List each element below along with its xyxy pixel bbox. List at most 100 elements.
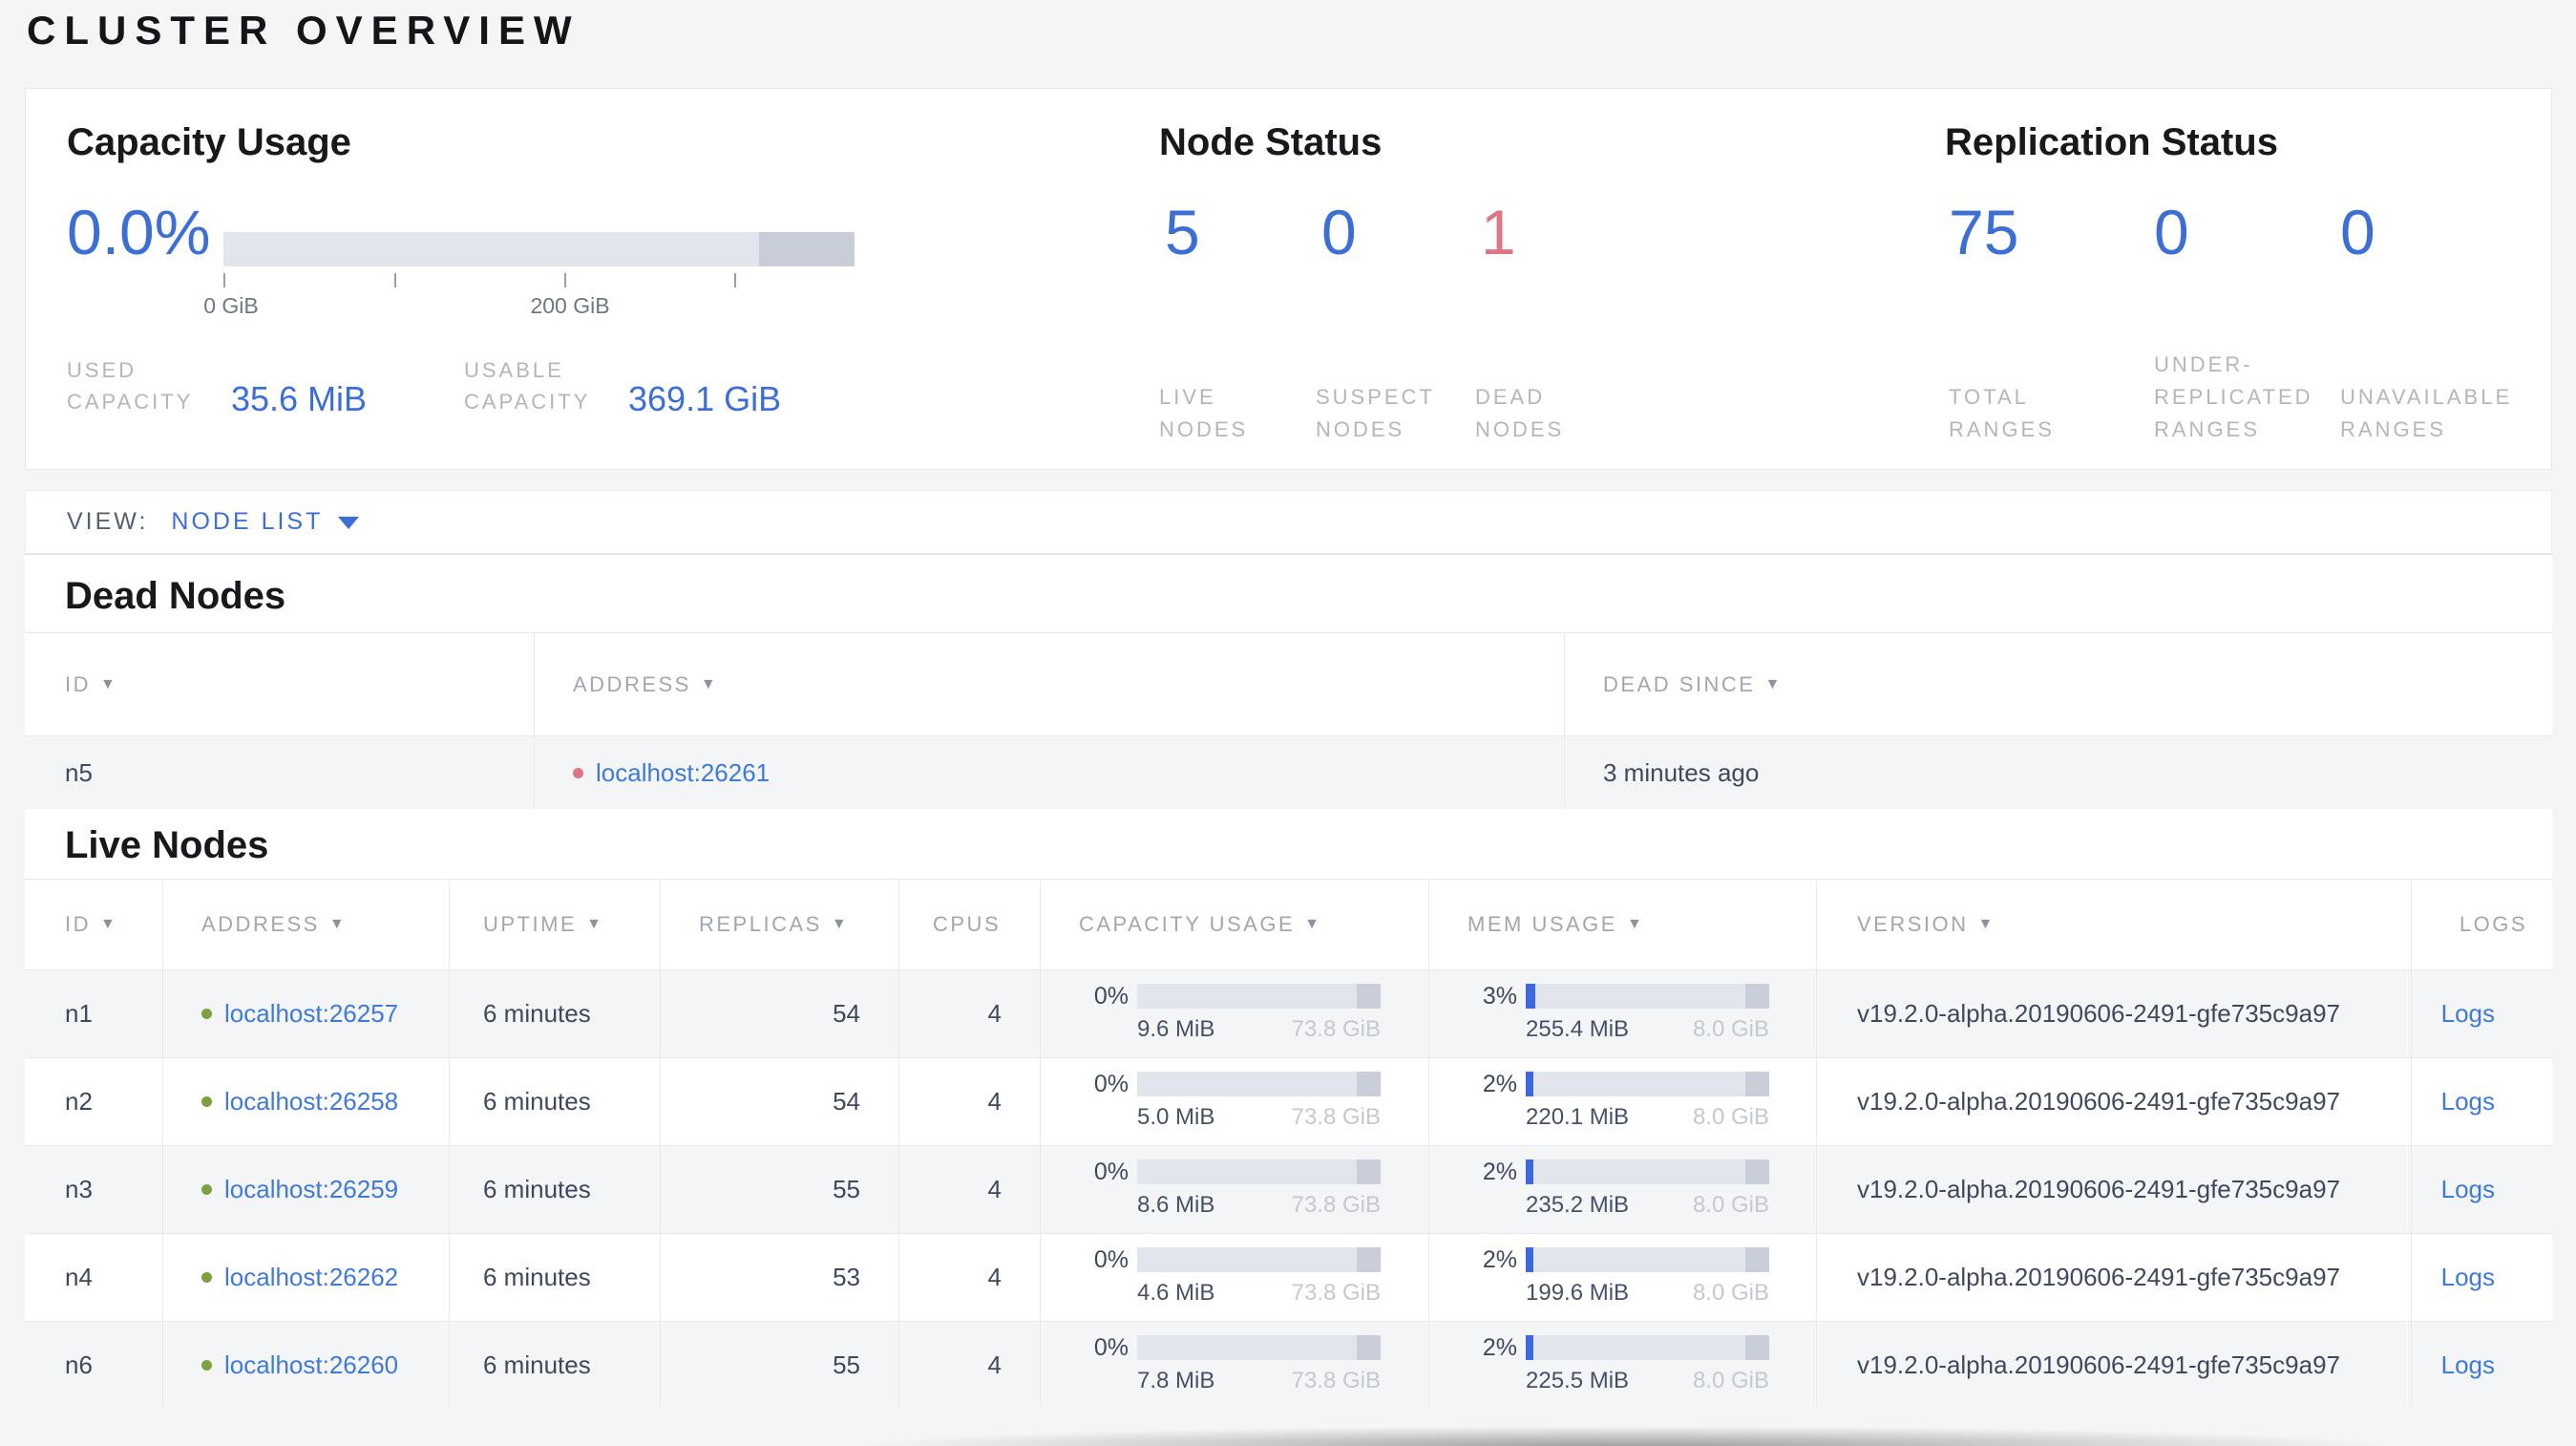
node-uptime: 6 minutes [449, 1322, 660, 1407]
live-header-replicas[interactable]: REPLICAS ▼ [660, 880, 898, 969]
sort-icon: ▼ [1764, 675, 1783, 692]
node-address-cell: localhost:26260 [162, 1322, 449, 1407]
node-mem-usage: 2% 220.1 MiB 8.0 GiB [1428, 1058, 1816, 1145]
live-header-logs: LOGS [2411, 880, 2552, 969]
node-address-cell: localhost:26259 [162, 1146, 449, 1233]
node-address-cell: localhost:26262 [162, 1234, 449, 1321]
node-version: v19.2.0-alpha.20190606-2491-gfe735c9a97 [1816, 970, 2411, 1057]
node-mem-usage: 3% 255.4 MiB 8.0 GiB [1428, 970, 1816, 1057]
live-header-uptime[interactable]: UPTIME ▼ [449, 880, 660, 969]
dead-node-id: n5 [65, 757, 93, 787]
live-header-id[interactable]: ID ▼ [25, 880, 162, 969]
node-id: n4 [65, 1263, 93, 1291]
summary-panel: Capacity Usage 0.0% 0 GiB 200 GiB USED C… [25, 88, 2552, 470]
node-id: n6 [65, 1350, 93, 1379]
unavailable-count: 0 [2340, 197, 2375, 267]
usable-capacity-stat: USABLE CAPACITY 369.1 GiB [464, 354, 782, 418]
mem-mini-bar [1526, 1335, 1769, 1360]
viewport-bottom-shadow [697, 1419, 2549, 1446]
under-replicated-label: UNDER-REPLICATED RANGES [2154, 352, 2313, 441]
page-title: CLUSTER OVERVIEW [27, 8, 581, 53]
node-address-link[interactable]: localhost:26257 [224, 999, 398, 1029]
node-mem-usage: 2% 199.6 MiB 8.0 GiB [1428, 1234, 1816, 1321]
total-ranges-label: TOTAL RANGES [1949, 385, 2055, 441]
node-address-cell: localhost:26257 [162, 970, 449, 1057]
node-replicas: 55 [660, 1146, 898, 1233]
cluster-overview-page: CLUSTER OVERVIEW Capacity Usage 0.0% 0 G… [0, 0, 2576, 1446]
live-header-mem-usage[interactable]: MEM USAGE ▼ [1428, 880, 1816, 969]
view-dropdown[interactable]: NODE LIST [171, 508, 360, 536]
node-uptime: 6 minutes [449, 1234, 660, 1321]
axis-tick [564, 273, 566, 287]
view-bar: VIEW: NODE LIST [25, 490, 2552, 555]
logs-link[interactable]: Logs [2441, 999, 2495, 1029]
node-address-link[interactable]: localhost:26260 [224, 1350, 398, 1380]
sort-icon: ▼ [1626, 916, 1645, 932]
under-replicated-count: 0 [2154, 197, 2189, 267]
live-node-row: n1 localhost:26257 6 minutes 54 4 0% 9.6… [25, 969, 2552, 1057]
live-node-row: n2 localhost:26258 6 minutes 54 4 0% 5.0… [25, 1057, 2552, 1145]
usable-capacity-value: 369.1 GiB [628, 379, 782, 418]
node-cpus: 4 [898, 1322, 1040, 1407]
sort-icon: ▼ [1304, 916, 1322, 932]
dead-node-address-link[interactable]: localhost:26261 [596, 758, 770, 788]
live-nodes-table-header: ID ▼ ADDRESS ▼ UPTIME ▼ REPLICAS ▼ CPUS CAPA… [25, 879, 2552, 969]
total-ranges-count: 75 [1949, 197, 2019, 267]
node-version: v19.2.0-alpha.20190606-2491-gfe735c9a97 [1816, 1234, 2411, 1321]
logs-link[interactable]: Logs [2441, 1087, 2495, 1116]
node-replicas: 54 [660, 970, 898, 1057]
live-nodes-heading: Live Nodes [65, 824, 269, 866]
dead-nodes-heading: Dead Nodes [65, 575, 286, 617]
view-label: VIEW: [67, 508, 149, 535]
dead-header-dead-since[interactable]: DEAD SINCE ▼ [1564, 633, 2552, 735]
nodes-content: Dead Nodes ID ▼ ADDRESS ▼ DEAD SINCE ▼ n5 l… [25, 555, 2552, 1407]
node-cpus: 4 [898, 1146, 1040, 1233]
node-cpus: 4 [898, 1058, 1040, 1145]
axis-tick [734, 273, 736, 287]
logs-link[interactable]: Logs [2441, 1175, 2495, 1204]
node-id: n3 [65, 1175, 93, 1203]
node-capacity-usage: 0% 8.6 MiB 73.8 GiB [1040, 1146, 1428, 1233]
node-logs-cell: Logs [2411, 970, 2552, 1057]
capacity-mini-bar [1137, 1335, 1381, 1360]
node-capacity-usage: 0% 4.6 MiB 73.8 GiB [1040, 1234, 1428, 1321]
live-header-capacity-usage[interactable]: CAPACITY USAGE ▼ [1040, 880, 1428, 969]
node-capacity-usage: 0% 9.6 MiB 73.8 GiB [1040, 970, 1428, 1057]
axis-tick [394, 273, 396, 287]
sort-icon: ▼ [100, 675, 118, 692]
logs-link[interactable]: Logs [2441, 1263, 2495, 1292]
capacity-used-percent: 0.0% [67, 197, 211, 267]
live-node-row: n6 localhost:26260 6 minutes 55 4 0% 7.8… [25, 1321, 2552, 1407]
used-capacity-label: USED CAPACITY [67, 358, 194, 414]
replication-status-title: Replication Status [1945, 121, 2278, 163]
node-address-link[interactable]: localhost:26262 [224, 1263, 398, 1292]
capacity-bar-reserved-segment [759, 232, 855, 266]
node-version: v19.2.0-alpha.20190606-2491-gfe735c9a97 [1816, 1322, 2411, 1407]
node-id: n1 [65, 999, 93, 1028]
node-replicas: 55 [660, 1322, 898, 1407]
live-status-dot-icon [201, 1009, 212, 1019]
sort-icon: ▼ [586, 916, 604, 932]
dead-node-dead-since: 3 minutes ago [1564, 736, 2552, 809]
node-replicas: 54 [660, 1058, 898, 1145]
live-header-address[interactable]: ADDRESS ▼ [162, 880, 449, 969]
axis-tick [223, 273, 225, 287]
node-address-link[interactable]: localhost:26259 [224, 1175, 398, 1204]
logs-link[interactable]: Logs [2441, 1350, 2495, 1380]
axis-label-zero: 0 GiB [203, 293, 259, 318]
live-node-row: n4 localhost:26262 6 minutes 53 4 0% 4.6… [25, 1233, 2552, 1321]
suspect-nodes-label: SUSPECT NODES [1316, 385, 1435, 441]
node-address-cell: localhost:26258 [162, 1058, 449, 1145]
node-uptime: 6 minutes [449, 1146, 660, 1233]
live-header-version[interactable]: VERSION ▼ [1816, 880, 2411, 969]
chevron-down-icon [338, 517, 360, 529]
live-node-row: n3 localhost:26259 6 minutes 55 4 0% 8.6… [25, 1145, 2552, 1233]
unavailable-label: UNAVAILABLE RANGES [2340, 385, 2513, 441]
node-logs-cell: Logs [2411, 1058, 2552, 1145]
dead-header-id[interactable]: ID ▼ [25, 633, 534, 735]
node-address-link[interactable]: localhost:26258 [224, 1087, 398, 1116]
suspect-nodes-count: 0 [1321, 197, 1357, 267]
dead-status-dot-icon [573, 767, 583, 778]
capacity-usage-title: Capacity Usage [67, 121, 351, 163]
dead-header-address[interactable]: ADDRESS ▼ [534, 633, 1564, 735]
